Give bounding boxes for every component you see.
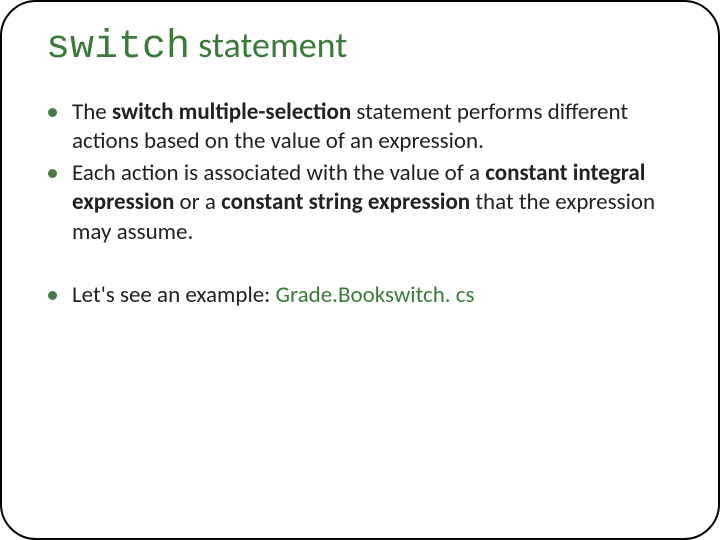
b1-text-1: The bbox=[72, 98, 112, 126]
b2-text-2: or a bbox=[174, 188, 221, 216]
b3-text-1: Let's see an example: bbox=[72, 281, 276, 309]
bullet-item-3: Let's see an example: Grade.Bookswitch. … bbox=[42, 281, 678, 310]
bullet-item-1: The switch multiple-selection statement … bbox=[42, 98, 678, 157]
title-rest: statement bbox=[190, 23, 347, 67]
b3-link: Grade.Bookswitch. cs bbox=[276, 281, 475, 309]
bullet-list: The switch multiple-selection statement … bbox=[42, 98, 678, 311]
title-code-word: switch bbox=[46, 25, 190, 70]
b2-text-1: Each action is associated with the value… bbox=[72, 159, 485, 187]
b2-bold-2: constant string expression bbox=[221, 188, 470, 216]
b1-bold-1: switch multiple-selection bbox=[112, 98, 351, 126]
bullet-spacer bbox=[42, 249, 678, 279]
slide-frame: switch statement The switch multiple-sel… bbox=[0, 0, 720, 540]
bullet-item-2: Each action is associated with the value… bbox=[42, 159, 678, 247]
slide-title: switch statement bbox=[46, 26, 678, 70]
